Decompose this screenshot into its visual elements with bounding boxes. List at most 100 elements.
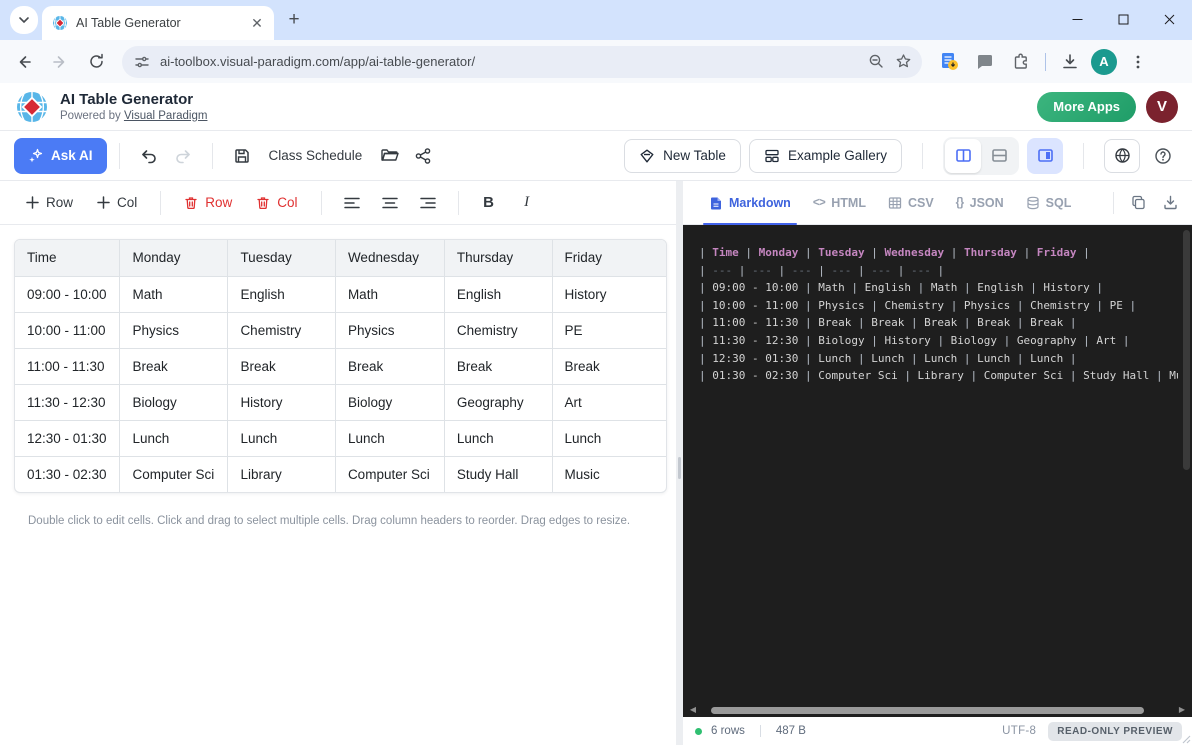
- forward-button[interactable]: [44, 46, 76, 78]
- tab-json[interactable]: {} JSON: [946, 181, 1014, 224]
- new-table-button[interactable]: New Table: [624, 139, 741, 173]
- column-header[interactable]: Thursday: [444, 240, 552, 276]
- table-cell[interactable]: 01:30 - 02:30: [15, 456, 120, 492]
- more-apps-button[interactable]: More Apps: [1037, 92, 1136, 122]
- bookmark-star-icon[interactable]: [895, 53, 912, 70]
- downloads-icon[interactable]: [1055, 47, 1085, 77]
- table-cell[interactable]: English: [444, 276, 552, 312]
- tab-csv[interactable]: CSV: [878, 181, 944, 224]
- delete-row-button[interactable]: Row: [174, 187, 242, 219]
- table-cell[interactable]: Art: [552, 384, 666, 420]
- minimize-button[interactable]: [1054, 0, 1100, 38]
- table-cell[interactable]: 09:00 - 10:00: [15, 276, 120, 312]
- panel-resize-divider[interactable]: [676, 181, 683, 745]
- table-cell[interactable]: Break: [444, 348, 552, 384]
- table-cell[interactable]: 12:30 - 01:30: [15, 420, 120, 456]
- add-col-button[interactable]: Col: [87, 187, 147, 219]
- vertical-split-toggle[interactable]: [945, 139, 981, 173]
- table-cell[interactable]: Math: [335, 276, 444, 312]
- column-header[interactable]: Friday: [552, 240, 666, 276]
- table-cell[interactable]: Biology: [335, 384, 444, 420]
- open-file-button[interactable]: [372, 139, 406, 173]
- table-cell[interactable]: 10:00 - 11:00: [15, 312, 120, 348]
- table-cell[interactable]: Break: [120, 348, 228, 384]
- tab-markdown[interactable]: Markdown: [699, 181, 801, 224]
- undo-button[interactable]: [132, 139, 166, 173]
- example-gallery-button[interactable]: Example Gallery: [749, 139, 902, 173]
- back-button[interactable]: [8, 46, 40, 78]
- scrollbar-thumb[interactable]: [711, 707, 1144, 714]
- table-cell[interactable]: Break: [335, 348, 444, 384]
- download-preview-button[interactable]: [1154, 187, 1186, 219]
- table-cell[interactable]: Lunch: [335, 420, 444, 456]
- table-cell[interactable]: Break: [228, 348, 336, 384]
- markdown-editor[interactable]: | Time | Monday | Tuesday | Wednesday | …: [683, 225, 1192, 703]
- url-text[interactable]: ai-toolbox.visual-paradigm.com/app/ai-ta…: [160, 54, 858, 69]
- tab-search-button[interactable]: [10, 6, 38, 34]
- bold-button[interactable]: B: [472, 187, 506, 219]
- reload-button[interactable]: [80, 46, 112, 78]
- table-cell[interactable]: Physics: [120, 312, 228, 348]
- help-button[interactable]: [1148, 141, 1178, 171]
- table-cell[interactable]: 11:00 - 11:30: [15, 348, 120, 384]
- horizontal-split-toggle[interactable]: [981, 139, 1017, 173]
- table-cell[interactable]: Lunch: [228, 420, 336, 456]
- table-cell[interactable]: Computer Sci: [335, 456, 444, 492]
- table-cell[interactable]: Lunch: [444, 420, 552, 456]
- tab-close-icon[interactable]: ✕: [248, 14, 266, 32]
- user-avatar[interactable]: V: [1146, 91, 1178, 123]
- tab-sql[interactable]: SQL: [1016, 181, 1082, 224]
- zoom-out-icon[interactable]: [868, 53, 885, 70]
- copy-button[interactable]: [1122, 187, 1154, 219]
- editor-horizontal-scrollbar[interactable]: ◀ ▶: [683, 703, 1192, 717]
- table-cell[interactable]: Geography: [444, 384, 552, 420]
- editor-vertical-scrollbar[interactable]: [1183, 230, 1190, 470]
- new-tab-button[interactable]: +: [280, 6, 308, 34]
- tab-html[interactable]: <> HTML: [803, 181, 876, 224]
- table-cell[interactable]: Physics: [335, 312, 444, 348]
- divider-handle[interactable]: [678, 457, 681, 479]
- comment-icon[interactable]: [970, 47, 1000, 77]
- align-center-button[interactable]: [373, 187, 407, 219]
- column-header[interactable]: Time: [15, 240, 120, 276]
- scroll-right-arrow[interactable]: ▶: [1176, 706, 1188, 714]
- table-cell[interactable]: Math: [120, 276, 228, 312]
- resize-grip[interactable]: [1182, 735, 1191, 744]
- table-cell[interactable]: 11:30 - 12:30: [15, 384, 120, 420]
- table-cell[interactable]: Biology: [120, 384, 228, 420]
- delete-col-button[interactable]: Col: [246, 187, 307, 219]
- file-name[interactable]: Class Schedule: [269, 148, 363, 163]
- align-right-button[interactable]: [411, 187, 445, 219]
- table-cell[interactable]: English: [228, 276, 336, 312]
- table-cell[interactable]: Lunch: [120, 420, 228, 456]
- table-cell[interactable]: Break: [552, 348, 666, 384]
- redo-button[interactable]: [166, 139, 200, 173]
- table-cell[interactable]: Library: [228, 456, 336, 492]
- scroll-left-arrow[interactable]: ◀: [687, 706, 699, 714]
- share-button[interactable]: [406, 139, 440, 173]
- table-cell[interactable]: Chemistry: [444, 312, 552, 348]
- column-header[interactable]: Wednesday: [335, 240, 444, 276]
- table-cell[interactable]: Lunch: [552, 420, 666, 456]
- maximize-button[interactable]: [1100, 0, 1146, 38]
- table-cell[interactable]: Music: [552, 456, 666, 492]
- table-cell[interactable]: PE: [552, 312, 666, 348]
- table-cell[interactable]: Computer Sci: [120, 456, 228, 492]
- close-window-button[interactable]: [1146, 0, 1192, 38]
- schedule-table[interactable]: TimeMondayTuesdayWednesdayThursdayFriday…: [15, 240, 666, 492]
- align-left-button[interactable]: [335, 187, 369, 219]
- add-row-button[interactable]: Row: [16, 187, 83, 219]
- browser-tab[interactable]: AI Table Generator ✕: [42, 6, 274, 40]
- scrollbar-track[interactable]: [701, 707, 1174, 714]
- browser-menu-icon[interactable]: [1123, 47, 1153, 77]
- column-header[interactable]: Tuesday: [228, 240, 336, 276]
- extensions-icon[interactable]: [1006, 47, 1036, 77]
- language-button[interactable]: [1104, 139, 1140, 173]
- italic-button[interactable]: I: [510, 187, 544, 219]
- table-cell[interactable]: Study Hall: [444, 456, 552, 492]
- table-cell[interactable]: Chemistry: [228, 312, 336, 348]
- docs-offline-icon[interactable]: [934, 47, 964, 77]
- column-header[interactable]: Monday: [120, 240, 228, 276]
- preview-panel-toggle[interactable]: [1027, 138, 1063, 174]
- ask-ai-button[interactable]: Ask AI: [14, 138, 107, 174]
